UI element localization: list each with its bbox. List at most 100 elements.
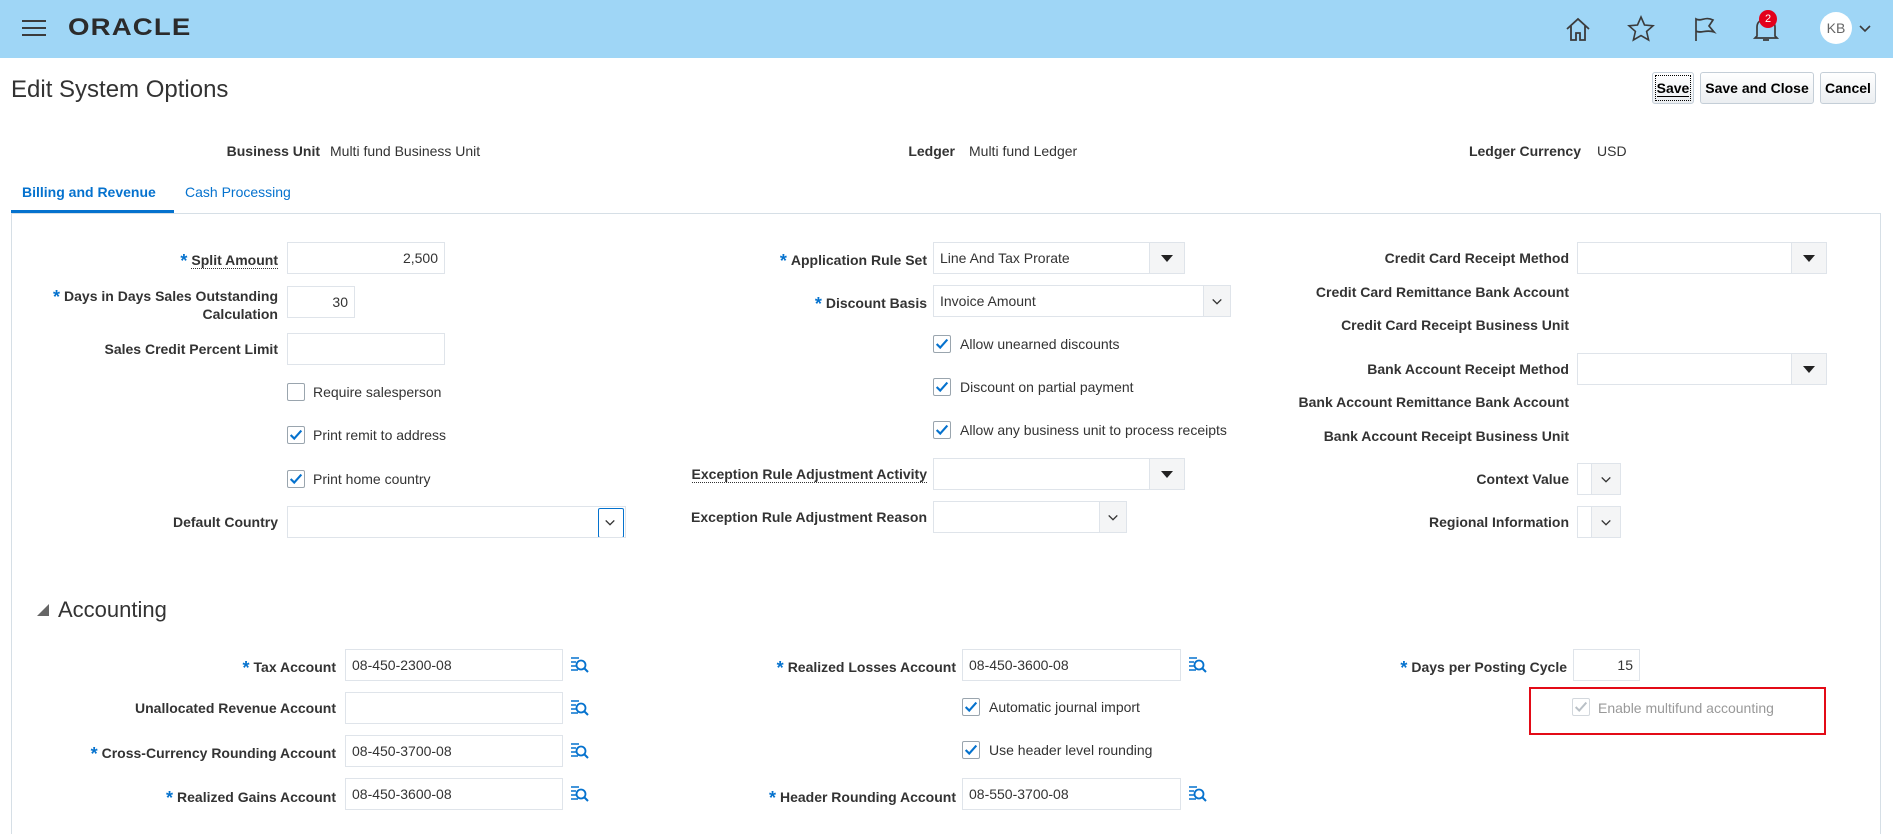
ba-receipt-bu-label: Bank Account Receipt Business Unit [1323,428,1569,444]
favorites-star-icon[interactable] [1626,14,1656,44]
cross-currency-label: * Cross-Currency Rounding Account [90,744,336,764]
enable-multifund-label: Enable multifund accounting [1598,700,1774,716]
search-icon[interactable] [569,698,589,718]
allow-any-business-unit-checkbox[interactable] [933,421,951,439]
ledger-currency-value: USD [1597,143,1627,159]
split-amount-label: * Split Amount [180,251,278,271]
ba-receipt-method-label: Bank Account Receipt Method [1367,361,1569,377]
save-button[interactable]: Save [1652,72,1694,104]
flag-icon[interactable] [1689,14,1719,44]
dropdown-arrow-icon[interactable] [1149,459,1184,489]
save-and-close-button[interactable]: Save and Close [1700,72,1814,104]
regional-information-label: Regional Information [1429,514,1569,530]
allow-unearned-discounts-label: Allow unearned discounts [960,336,1120,352]
exception-rule-reason-label: Exception Rule Adjustment Reason [691,509,927,525]
use-header-rounding-label: Use header level rounding [989,742,1153,758]
top-bar [0,0,1893,58]
search-icon[interactable] [569,655,589,675]
exception-rule-activity-select[interactable] [933,458,1185,490]
chevron-down-icon[interactable] [1591,507,1620,537]
search-icon[interactable] [1187,655,1207,675]
tax-account-input[interactable]: 08-450-2300-08 [345,649,563,681]
print-remit-label: Print remit to address [313,427,447,443]
cc-remittance-bank-label: Credit Card Remittance Bank Account [1315,284,1569,300]
allow-unearned-discounts-checkbox[interactable] [933,335,951,353]
automatic-journal-import-checkbox[interactable] [962,698,980,716]
ba-remittance-bank-label: Bank Account Remittance Bank Account [1298,394,1569,410]
use-header-rounding-checkbox[interactable] [962,741,980,759]
chevron-down-icon[interactable] [598,508,624,537]
tax-account-label: * Tax Account [242,658,336,678]
realized-gains-label: * Realized Gains Account [166,788,336,808]
split-amount-input[interactable]: 2,500 [287,242,445,274]
exception-rule-activity-label: Exception Rule Adjustment Activity [691,466,927,483]
default-country-label: Default Country [173,514,278,530]
sales-credit-percent-input[interactable] [287,333,445,365]
discount-partial-payment-checkbox[interactable] [933,378,951,396]
tab-cash-processing[interactable]: Cash Processing [185,184,291,200]
header-rounding-label: * Header Rounding Account [768,788,956,808]
business-unit-label: Business Unit [226,143,320,159]
chevron-down-icon[interactable] [1591,464,1620,494]
ledger-currency-label: Ledger Currency [1468,143,1581,159]
print-home-country-label: Print home country [313,471,431,487]
enable-multifund-checkbox[interactable] [1572,698,1590,716]
home-icon[interactable] [1563,14,1593,44]
checkmark-icon [964,701,978,713]
checkmark-icon [1574,701,1588,712]
search-icon[interactable] [569,784,589,804]
days-per-posting-cycle-label: * Days per Posting Cycle [1400,658,1567,678]
collapse-triangle-icon[interactable] [36,603,50,617]
exception-rule-reason-select[interactable] [933,501,1127,533]
discount-basis-select[interactable]: Invoice Amount [933,285,1231,317]
require-salesperson-label: Require salesperson [313,384,442,400]
cc-receipt-bu-label: Credit Card Receipt Business Unit [1341,317,1569,333]
realized-losses-input[interactable]: 08-450-3600-08 [962,649,1181,681]
cc-receipt-method-select[interactable] [1577,242,1827,274]
sales-credit-percent-label: Sales Credit Percent Limit [104,341,278,357]
days-per-posting-cycle-input[interactable]: 15 [1573,649,1640,681]
realized-losses-label: * Realized Losses Account [776,658,956,678]
chevron-down-icon[interactable] [1203,286,1230,316]
menu-icon[interactable] [22,20,46,38]
user-avatar[interactable]: KB [1820,12,1852,44]
regional-information-select[interactable] [1577,506,1621,538]
ba-receipt-method-select[interactable] [1577,353,1827,385]
checkmark-icon [935,338,949,350]
page-title: Edit System Options [11,76,229,103]
search-icon[interactable] [1187,784,1207,804]
discount-basis-label: * Discount Basis [814,294,927,314]
chevron-down-icon[interactable] [1099,502,1126,532]
context-value-label: Context Value [1476,471,1569,487]
dso-input[interactable]: 30 [287,286,355,318]
dropdown-arrow-icon[interactable] [1791,243,1826,273]
checkmark-icon [935,381,949,393]
header-rounding-input[interactable]: 08-550-3700-08 [962,778,1181,810]
automatic-journal-import-label: Automatic journal import [989,699,1140,715]
print-remit-checkbox[interactable] [287,426,305,444]
ledger-label: Ledger [908,143,955,159]
cc-receipt-method-label: Credit Card Receipt Method [1384,250,1569,266]
context-value-select[interactable] [1577,463,1621,495]
search-icon[interactable] [569,741,589,761]
unallocated-revenue-input[interactable] [345,692,563,724]
checkmark-icon [289,473,303,485]
dropdown-arrow-icon[interactable] [1149,243,1184,273]
checkmark-icon [935,424,949,436]
application-rule-set-label: * Application Rule Set [779,251,927,271]
dso-label: * Days in Days Sales Outstanding Calculati… [53,287,278,322]
dropdown-arrow-icon[interactable] [1791,354,1826,384]
unallocated-revenue-label: Unallocated Revenue Account [135,700,336,716]
default-country-select[interactable] [287,506,626,538]
print-home-country-checkbox[interactable] [287,470,305,488]
application-rule-set-select[interactable]: Line And Tax Prorate [933,242,1185,274]
chevron-down-icon[interactable] [1858,24,1872,34]
checkmark-icon [289,429,303,441]
checkmark-icon [964,744,978,756]
realized-gains-input[interactable]: 08-450-3600-08 [345,778,563,810]
cross-currency-input[interactable]: 08-450-3700-08 [345,735,563,767]
cancel-button[interactable]: Cancel [1820,72,1876,104]
allow-any-business-unit-label: Allow any business unit to process recei… [960,422,1227,438]
require-salesperson-checkbox[interactable] [287,383,305,401]
tab-billing-and-revenue[interactable]: Billing and Revenue [22,184,156,200]
